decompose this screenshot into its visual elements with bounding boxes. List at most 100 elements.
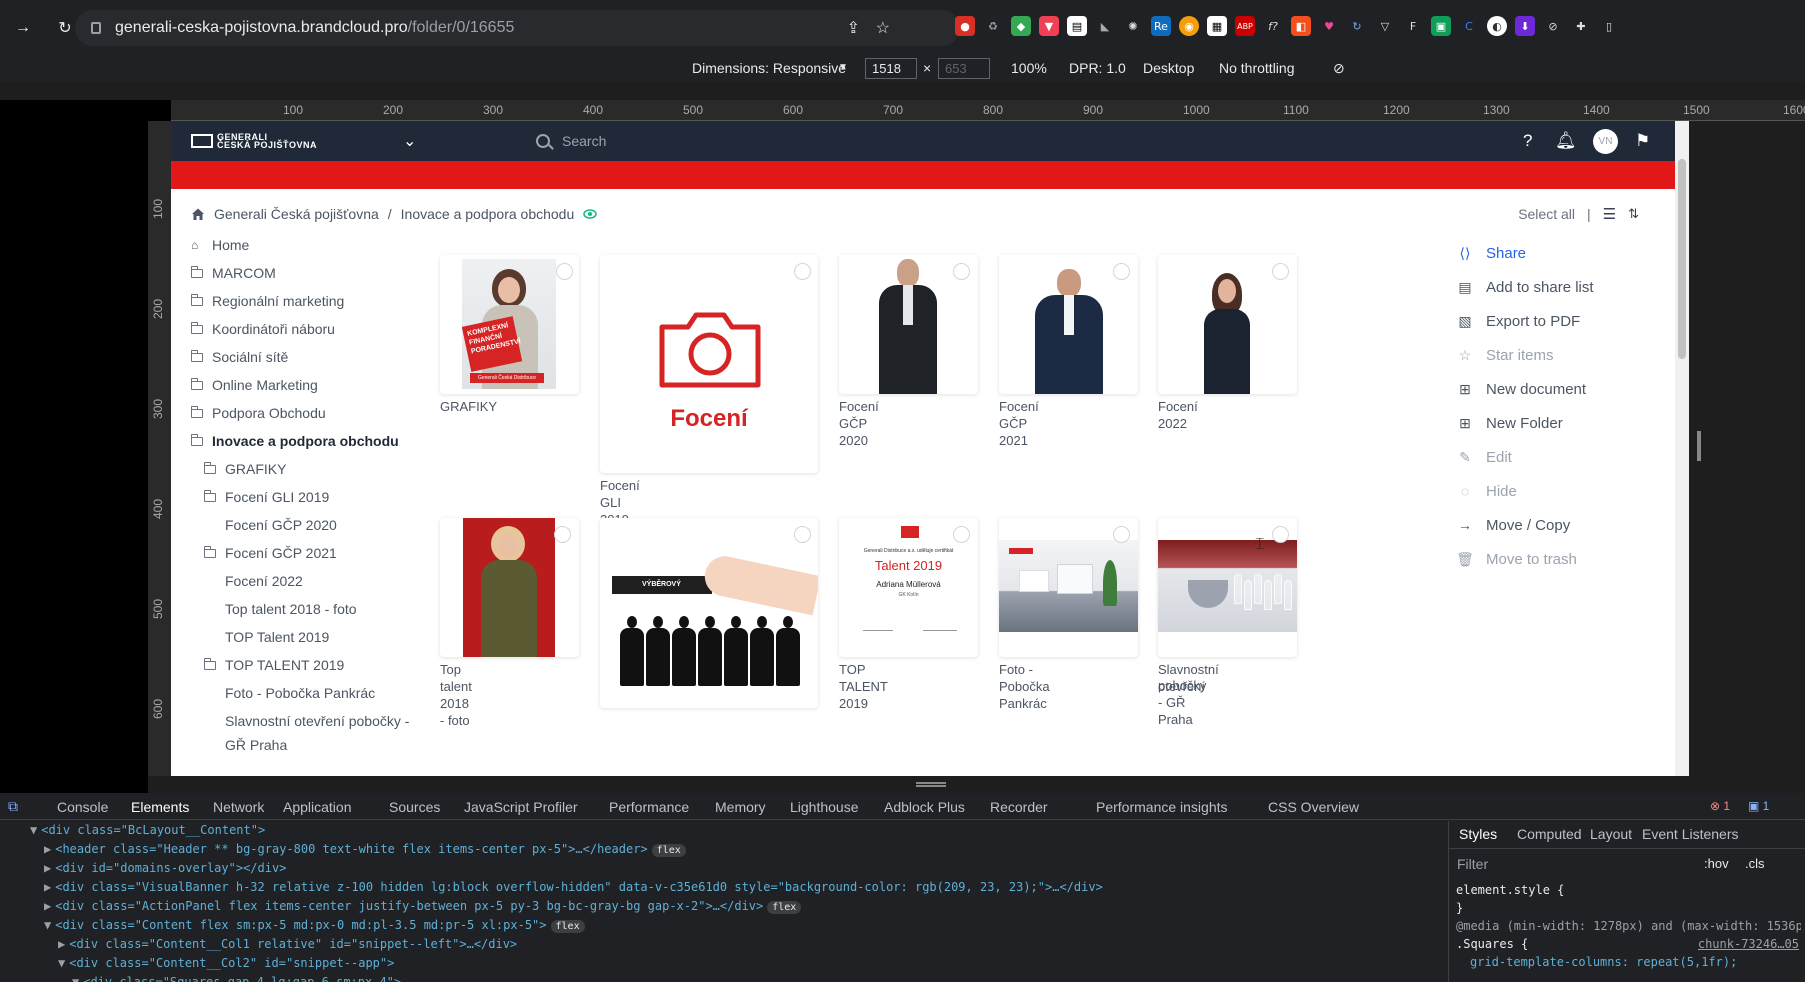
gear-icon[interactable]: ✺ [1123,16,1143,36]
action-export-to-pdf[interactable]: ▧ Export to PDF [1456,304,1656,338]
pocket-icon[interactable]: ▼ [1039,16,1059,36]
folder-thumbnail[interactable]: VÝBĚROVÝ PROCES [600,518,818,708]
devtools-tab[interactable]: Network [213,799,264,815]
list-view-icon[interactable]: ☰ [1603,205,1616,223]
sidebar-item[interactable]: Slavnostní otevření pobočky - [191,707,411,735]
extension-icon[interactable]: ▽ [1375,16,1395,36]
extension-icon[interactable]: ▤ [1067,16,1087,36]
extension-icon[interactable]: Re [1151,16,1171,36]
card-label[interactable]: Foto - Pobočka Pankrác [999,661,1050,712]
dom-node[interactable]: ▶ <header class="Header ** bg-gray-800 te… [30,840,1440,859]
css-line[interactable]: element.style { [1456,881,1801,899]
dom-node[interactable]: ▶ <div class="ActionPanel flex items-cent… [30,897,1440,916]
devtools-tab[interactable]: Application [283,799,352,815]
extension-icon[interactable]: ◐ [1487,16,1507,36]
card-label[interactable]: GRAFIKY [440,398,497,415]
extension-icon[interactable]: F [1403,16,1423,36]
folder-thumbnail[interactable] [440,518,579,657]
css-source-link[interactable]: chunk-73246…05 [1698,935,1799,953]
extension-icon[interactable]: ⬇ [1515,16,1535,36]
extension-icon[interactable]: ▣ [1431,16,1451,36]
sidebar-item[interactable]: MARCOM [190,259,411,287]
devtools-tab[interactable]: CSS Overview [1268,799,1359,815]
action-move-copy[interactable]: → Move / Copy [1456,508,1656,542]
action-new-document[interactable]: ⊞ New document [1456,372,1656,406]
card-label[interactable]: Focení GČP 2021 [999,398,1039,449]
cls-toggle[interactable]: .cls [1745,856,1765,871]
right-resize-handle[interactable] [1689,121,1805,793]
puzzle-icon[interactable]: ✚ [1571,16,1591,36]
breadcrumb-root[interactable]: Generali Česká pojišťovna [214,206,379,222]
sidebar-item[interactable]: Focení GČP 2021 [191,539,411,567]
folder-thumbnail[interactable] [999,255,1138,394]
select-radio[interactable] [1272,526,1289,543]
heart-icon[interactable]: ♥ [1319,16,1339,36]
dom-node[interactable]: ▼ <div class="BcLayout__Content"> [30,821,1440,840]
folder-thumbnail[interactable] [839,255,978,394]
select-radio[interactable] [953,526,970,543]
select-radio[interactable] [794,263,811,280]
generali-logo[interactable]: GENERALI ČESKÁ POJIŠŤOVNA [191,133,317,150]
action-add-to-share-list[interactable]: ▤ Add to share list [1456,270,1656,304]
styles-filter-input[interactable]: Filter [1457,856,1488,872]
sidebar-icon[interactable]: ▯ [1599,16,1619,36]
devtools-tab[interactable]: Sources [389,799,440,815]
dom-toggle-icon[interactable]: ▼ [30,823,37,837]
home-icon[interactable] [191,207,205,221]
card-label[interactable]: Focení GČP 2020 [839,398,879,449]
help-icon[interactable]: ? [1523,131,1532,151]
width-input[interactable]: 1518 [865,58,917,79]
adblock-icon[interactable]: ABP [1235,16,1255,36]
figma-icon[interactable]: ◧ [1291,16,1311,36]
extension-icon[interactable]: f? [1263,16,1283,36]
action-star-items[interactable]: ☆ Star items [1456,338,1656,372]
css-line[interactable]: .Squares {chunk-73246…05 [1456,935,1801,953]
dom-toggle-icon[interactable]: ▶ [44,899,51,913]
styles-tab[interactable]: Computed [1517,826,1582,842]
sidebar-item[interactable]: GRAFIKY [191,455,411,483]
dom-node[interactable]: ▶ <div class="VisualBanner h-32 relative … [30,878,1440,897]
action-new-folder[interactable]: ⊞ New Folder [1456,406,1656,440]
eye-icon[interactable] [583,209,598,219]
dom-toggle-icon[interactable]: ▼ [44,918,51,932]
search-input[interactable]: Search [562,133,606,149]
folder-thumbnail[interactable] [1158,255,1297,394]
devtools-tab[interactable]: Lighthouse [790,799,859,815]
share-page-icon[interactable]: ⇪ [847,18,860,38]
select-radio[interactable] [794,526,811,543]
dom-node[interactable]: ▶ <div class="Content__Col1 relative" id=… [30,935,1440,954]
devtools-tab[interactable]: JavaScript Profiler [464,799,578,815]
devtools-tab[interactable]: Console [57,799,108,815]
select-radio[interactable] [1113,526,1130,543]
throttling-dropdown[interactable]: No throttling [1219,60,1294,76]
dom-toggle-icon[interactable]: ▼ [58,956,65,970]
dom-toggle-icon[interactable]: ▶ [44,880,51,894]
folder-thumbnail[interactable] [999,518,1138,657]
extension-icon[interactable]: ▦ [1207,16,1227,36]
forward-icon[interactable]: → [12,17,34,39]
extension-icon[interactable]: ◆ [1011,16,1031,36]
css-line[interactable]: } [1456,899,1801,917]
action-edit[interactable]: ✎ Edit [1456,440,1656,474]
hov-toggle[interactable]: :hov [1704,856,1729,871]
dpr-dropdown[interactable]: DPR: 1.0 [1069,60,1126,76]
folder-thumbnail[interactable]: Generali Distribuce a.s. uděluje certifi… [839,518,978,657]
select-radio[interactable] [556,263,573,280]
devtools-tab[interactable]: Recorder [990,799,1048,815]
card-label[interactable]: Top talent 2018 - foto [440,661,472,729]
search-box[interactable]: Search [536,130,836,152]
domain-chevron-icon[interactable]: ⌄ [403,131,416,151]
select-radio[interactable] [1113,263,1130,280]
scrollbar-thumb[interactable] [1678,159,1686,359]
resize-grip[interactable] [1697,431,1701,461]
breadcrumb-current[interactable]: Inovace a podpora obchodu [401,206,575,222]
device-toggle-icon[interactable]: ⧉ [8,798,18,815]
extension-icon[interactable]: ◣ [1095,16,1115,36]
select-radio[interactable] [953,263,970,280]
card-label[interactable]: TOP TALENT 2019 [839,661,888,712]
sidebar-item[interactable]: Regionální marketing [190,287,411,315]
action-share[interactable]: ⟨⟩ Share [1456,236,1656,270]
action-hide[interactable]: ◌ Hide [1456,474,1656,508]
extension-icon[interactable]: ◉ [1179,16,1199,36]
dom-toggle-icon[interactable]: ▶ [44,842,51,856]
